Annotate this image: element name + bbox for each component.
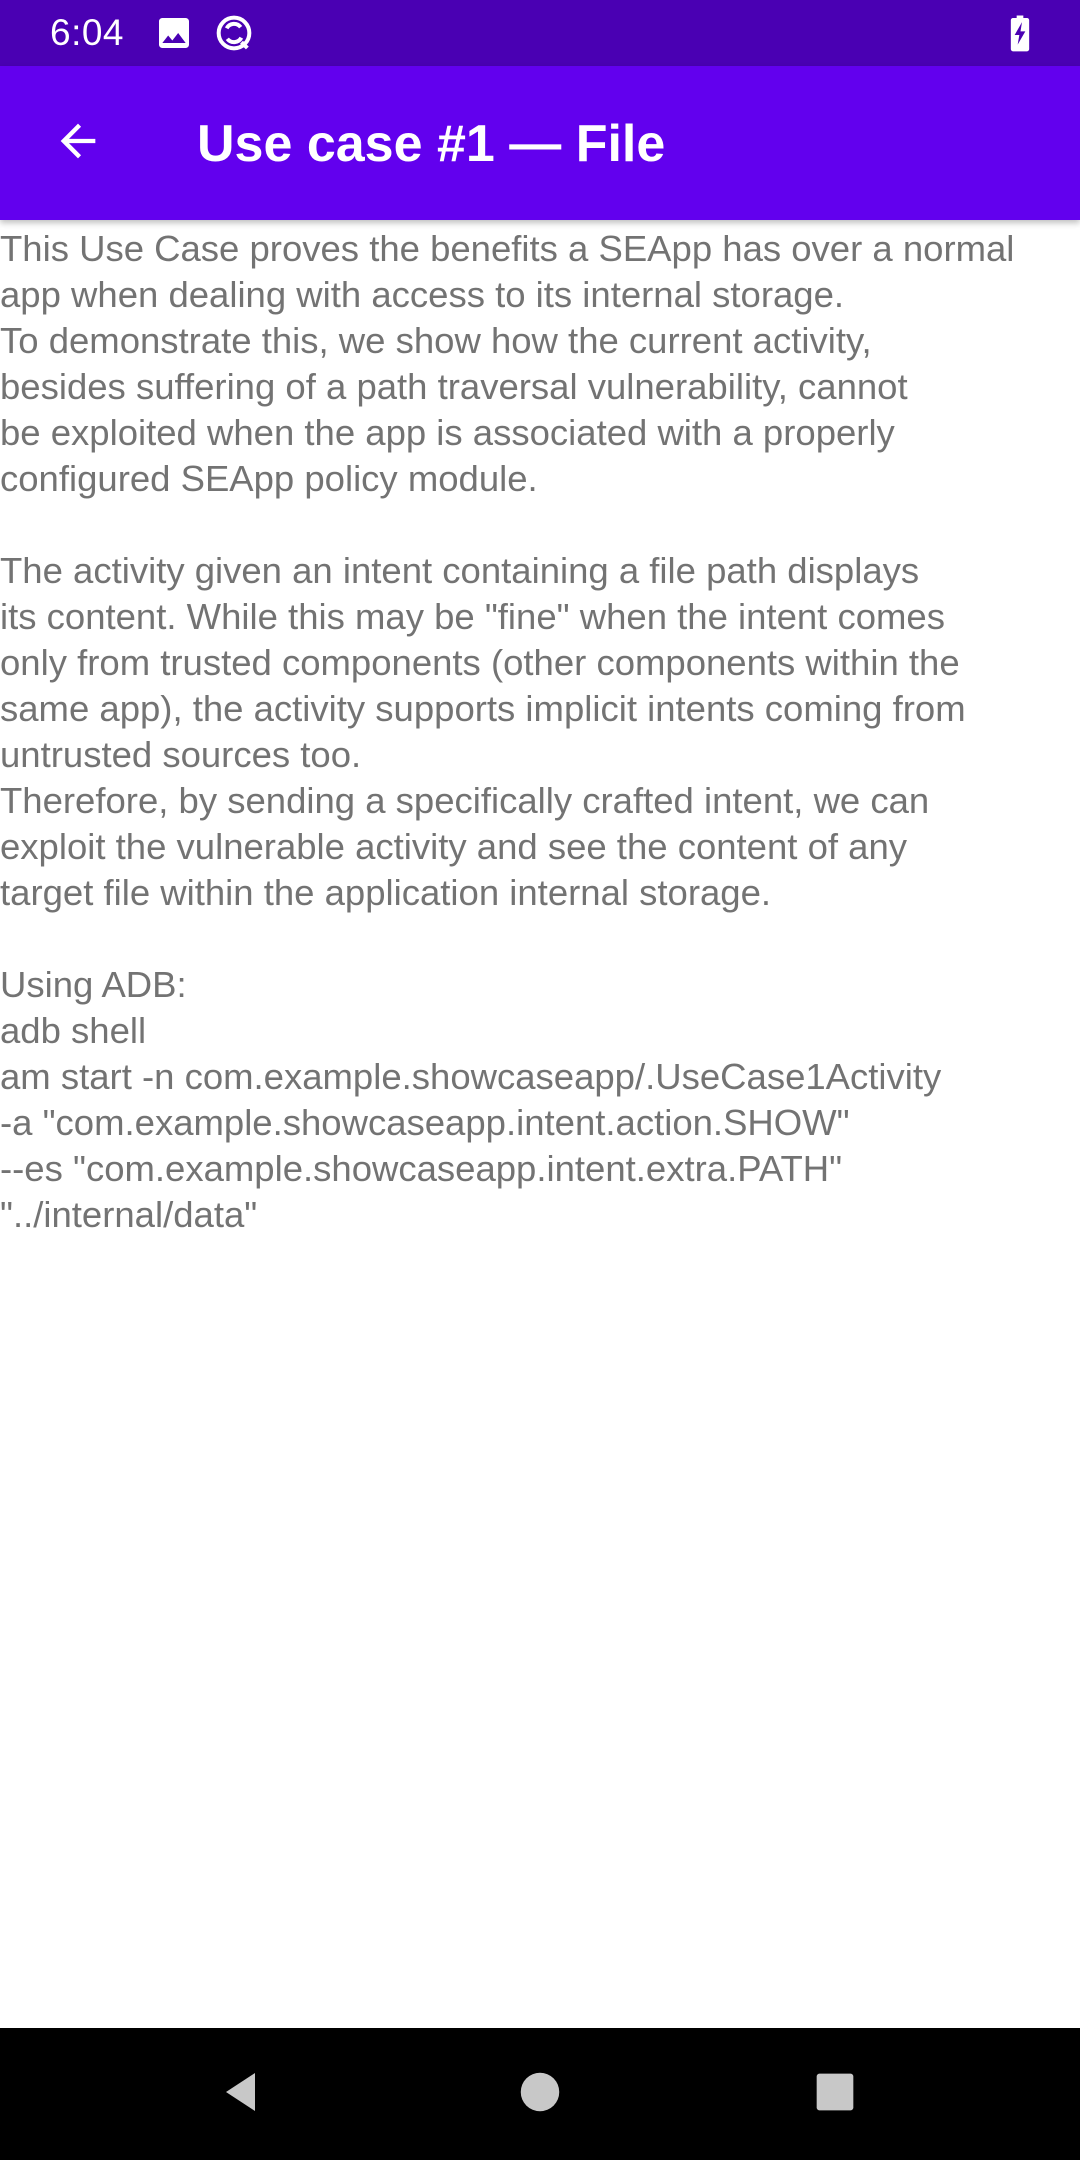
nav-back-button[interactable] — [207, 2058, 279, 2130]
back-button[interactable] — [36, 101, 120, 185]
home-circle-icon — [518, 2070, 562, 2119]
nav-home-button[interactable] — [504, 2058, 576, 2130]
battery-charging-icon — [1000, 13, 1040, 53]
arrow-back-icon — [52, 115, 104, 172]
nav-recents-button[interactable] — [799, 2058, 871, 2130]
image-icon — [154, 13, 194, 53]
status-time: 6:04 — [50, 12, 125, 53]
description-paragraph: This Use Case proves the benefits a SEAp… — [0, 228, 1015, 499]
back-triangle-icon — [219, 2068, 267, 2121]
page-title: Use case #1 — File — [197, 115, 666, 173]
description-paragraph: The activity given an intent containing … — [0, 550, 966, 913]
adb-instructions: Using ADB: adb shell am start -n com.exa… — [0, 964, 942, 1235]
status-bar: 6:04 — [0, 0, 1080, 66]
recents-square-icon — [813, 2070, 857, 2119]
app-bar: Use case #1 — File — [0, 66, 1080, 220]
navigation-bar — [0, 2028, 1080, 2160]
sync-icon — [214, 13, 254, 53]
description-content: This Use Case proves the benefits a SEAp… — [0, 226, 1080, 1238]
